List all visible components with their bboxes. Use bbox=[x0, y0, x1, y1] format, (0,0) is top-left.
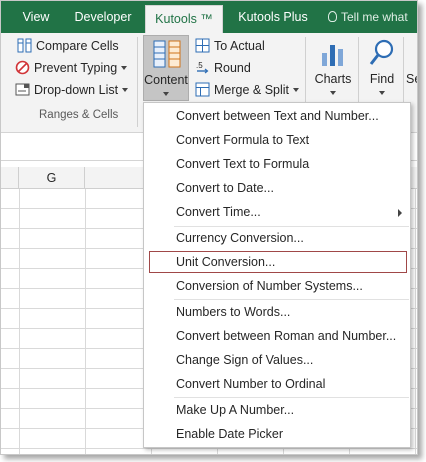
menu-item-unit-conversion[interactable]: Unit Conversion... bbox=[149, 251, 407, 273]
charts-button[interactable]: Charts bbox=[311, 35, 355, 101]
tell-me-box[interactable]: Tell me what bbox=[328, 1, 408, 33]
to-actual-icon bbox=[195, 38, 210, 53]
menu-item-roman-number[interactable]: Convert between Roman and Number... bbox=[144, 325, 410, 348]
tab-developer[interactable]: Developer bbox=[67, 1, 139, 33]
content-button[interactable]: Content bbox=[143, 35, 189, 101]
menu-item-convert-text-number[interactable]: Convert between Text and Number... bbox=[144, 105, 410, 128]
compare-cells-button[interactable]: Compare Cells bbox=[17, 36, 119, 56]
prevent-typing-label: Prevent Typing bbox=[34, 61, 118, 75]
column-header-g[interactable]: G bbox=[19, 167, 85, 189]
round-icon: .5 bbox=[195, 60, 210, 75]
merge-split-icon bbox=[195, 82, 210, 97]
menu-item-number-systems[interactable]: Conversion of Number Systems... bbox=[144, 275, 410, 298]
menu-item-enable-date-picker[interactable]: Enable Date Picker bbox=[144, 423, 410, 446]
menu-item-text-to-formula[interactable]: Convert Text to Formula bbox=[144, 153, 410, 176]
select-label-partial: Se bbox=[406, 72, 417, 86]
menu-separator bbox=[174, 397, 409, 398]
submenu-arrow-icon bbox=[398, 209, 402, 217]
menu-item-make-up-number[interactable]: Make Up A Number... bbox=[144, 399, 410, 422]
menu-item-number-to-ordinal[interactable]: Convert Number to Ordinal bbox=[144, 373, 410, 396]
drop-down-list-icon bbox=[15, 82, 30, 97]
drop-down-list-label: Drop-down List bbox=[34, 83, 119, 97]
menu-item-convert-time[interactable]: Convert Time... bbox=[144, 201, 410, 224]
chevron-down-icon bbox=[330, 91, 336, 95]
chevron-down-icon bbox=[121, 66, 128, 70]
chevron-down-icon bbox=[293, 88, 300, 92]
menu-item-formula-to-text[interactable]: Convert Formula to Text bbox=[144, 129, 410, 152]
chevron-down-icon bbox=[379, 91, 385, 95]
lightbulb-icon bbox=[328, 11, 337, 22]
chevron-down-icon bbox=[163, 92, 169, 96]
charts-label: Charts bbox=[314, 72, 352, 86]
compare-cells-label: Compare Cells bbox=[36, 39, 119, 53]
select-all-corner[interactable] bbox=[1, 167, 19, 189]
menu-item-change-sign[interactable]: Change Sign of Values... bbox=[144, 349, 410, 372]
magnifier-icon bbox=[369, 39, 394, 65]
tell-me-text: Tell me what bbox=[341, 10, 408, 24]
tab-kutools-plus[interactable]: Kutools Plus bbox=[229, 1, 317, 33]
menu-separator bbox=[174, 299, 409, 300]
to-actual-label: To Actual bbox=[214, 39, 265, 53]
merge-split-button[interactable]: Merge & Split bbox=[195, 80, 300, 100]
chevron-down-icon bbox=[122, 88, 129, 92]
find-label: Find bbox=[369, 72, 395, 86]
menu-item-numbers-to-words[interactable]: Numbers to Words... bbox=[144, 301, 410, 324]
drop-down-list-button[interactable]: Drop-down List bbox=[15, 80, 129, 100]
find-button[interactable]: Find bbox=[363, 35, 401, 101]
select-button-partial[interactable]: Se bbox=[406, 35, 417, 101]
round-label: Round bbox=[214, 61, 251, 75]
merge-split-label: Merge & Split bbox=[214, 83, 290, 97]
bar-chart-icon bbox=[322, 45, 343, 66]
group-label-ranges-cells: Ranges & Cells bbox=[39, 109, 119, 121]
menu-item-label: Convert Time... bbox=[176, 205, 261, 219]
content-label: Content bbox=[144, 73, 188, 87]
to-actual-button[interactable]: To Actual bbox=[195, 36, 265, 56]
prevent-typing-icon bbox=[15, 60, 30, 75]
ribbon-tab-bar: View Developer Kutools ™ Kutools Plus Te… bbox=[1, 1, 417, 33]
tab-view[interactable]: View bbox=[11, 1, 61, 33]
round-button[interactable]: .5 Round bbox=[195, 58, 251, 78]
prevent-typing-button[interactable]: Prevent Typing bbox=[15, 58, 128, 78]
menu-item-convert-to-date[interactable]: Convert to Date... bbox=[144, 177, 410, 200]
svg-text:.5: .5 bbox=[196, 61, 203, 70]
excel-window: View Developer Kutools ™ Kutools Plus Te… bbox=[0, 0, 418, 455]
tab-kutools[interactable]: Kutools ™ bbox=[145, 5, 223, 33]
menu-item-currency-conversion[interactable]: Currency Conversion... bbox=[144, 227, 410, 250]
ribbon-divider bbox=[137, 37, 138, 127]
content-dropdown-menu: Convert between Text and Number... Conve… bbox=[143, 102, 411, 448]
compare-cells-icon bbox=[17, 38, 32, 53]
content-icon bbox=[153, 40, 181, 68]
